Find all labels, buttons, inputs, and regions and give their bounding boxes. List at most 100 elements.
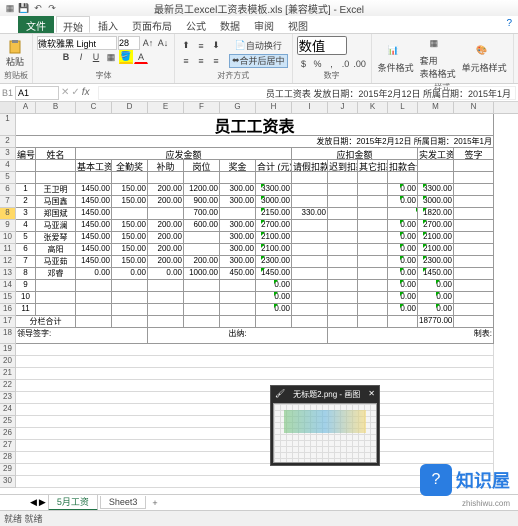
cell[interactable]: 补助	[148, 160, 184, 172]
cell[interactable]: 张爱琴	[36, 232, 76, 244]
cell[interactable]	[220, 292, 256, 304]
cell[interactable]: 150.00	[112, 184, 148, 196]
cell[interactable]	[292, 304, 328, 316]
row-header[interactable]: 13	[0, 268, 16, 280]
col-header[interactable]: M	[418, 102, 454, 113]
cell[interactable]: 扣款合计 (元)	[388, 160, 418, 172]
align-middle-icon[interactable]: ≡	[194, 39, 208, 53]
cell[interactable]: 姓名	[36, 148, 76, 160]
cell[interactable]: 450.00	[220, 268, 256, 280]
cell[interactable]	[220, 208, 256, 220]
cell[interactable]: 150.00	[112, 232, 148, 244]
cell[interactable]: 200.00	[148, 184, 184, 196]
sheet-tab-other[interactable]: Sheet3	[100, 496, 147, 509]
cell[interactable]	[328, 232, 358, 244]
col-header[interactable]: K	[358, 102, 388, 113]
row-header[interactable]: 18	[0, 328, 16, 344]
row-header[interactable]: 19	[0, 344, 16, 356]
row-header[interactable]: 11	[0, 244, 16, 256]
cell[interactable]: 2150.00	[256, 208, 292, 220]
cell[interactable]: 1200.00	[184, 184, 220, 196]
cell[interactable]	[16, 440, 494, 452]
cell[interactable]: 200.00	[148, 220, 184, 232]
row-header[interactable]: 5	[0, 172, 16, 184]
sig-leader[interactable]: 领导签字:	[16, 328, 148, 344]
col-header[interactable]: H	[256, 102, 292, 113]
font-color-button[interactable]: A	[134, 50, 148, 64]
cell[interactable]	[358, 244, 388, 256]
cell[interactable]: 2100.00	[256, 232, 292, 244]
cell[interactable]	[16, 428, 494, 440]
cell[interactable]	[454, 172, 494, 184]
currency-icon[interactable]: $	[297, 57, 311, 71]
cell[interactable]: 马国鑫	[36, 196, 76, 208]
cell[interactable]: 0.00	[388, 244, 418, 256]
cell[interactable]	[454, 160, 494, 172]
cell[interactable]	[36, 280, 76, 292]
cell[interactable]	[358, 280, 388, 292]
cell[interactable]: 2700.00	[256, 220, 292, 232]
align-top-icon[interactable]: ⬆	[179, 39, 193, 53]
cell[interactable]: 2300.00	[256, 256, 292, 268]
cell[interactable]	[328, 172, 358, 184]
cell[interactable]	[76, 304, 112, 316]
tab-home[interactable]: 开始	[56, 16, 90, 33]
cell[interactable]	[112, 280, 148, 292]
cell[interactable]	[36, 172, 76, 184]
cell[interactable]: 2100.00	[418, 232, 454, 244]
underline-button[interactable]: U	[89, 50, 103, 64]
cell[interactable]	[454, 292, 494, 304]
cell[interactable]	[292, 256, 328, 268]
cell[interactable]: 0.00	[388, 184, 418, 196]
row-header[interactable]: 25	[0, 416, 16, 428]
cell[interactable]: 200.00	[148, 256, 184, 268]
cancel-icon[interactable]: ✕	[61, 87, 69, 98]
col-header[interactable]: J	[328, 102, 358, 113]
cell[interactable]	[220, 172, 256, 184]
actual-header[interactable]: 实发工资 (元)	[418, 148, 454, 160]
dec-decimal-icon[interactable]: .00	[353, 57, 367, 71]
cell[interactable]: 应发金额	[76, 148, 292, 160]
font-size-select[interactable]	[118, 36, 140, 50]
cell[interactable]: 0.00	[256, 304, 292, 316]
cell[interactable]: 300.00	[220, 184, 256, 196]
grow-font-icon[interactable]: A↑	[141, 36, 155, 50]
cell[interactable]	[454, 208, 494, 220]
col-header[interactable]: G	[220, 102, 256, 113]
row-header[interactable]: 30	[0, 476, 16, 488]
cell[interactable]	[454, 232, 494, 244]
cell[interactable]	[454, 268, 494, 280]
cell[interactable]	[328, 208, 358, 220]
cell[interactable]: 编号	[16, 148, 36, 160]
row-header[interactable]: 20	[0, 356, 16, 368]
taskbar-thumbnail[interactable]: 🖌 无标题2.png - 画图 ✕	[270, 385, 380, 466]
cell[interactable]	[184, 172, 220, 184]
cell[interactable]: 高阳	[36, 244, 76, 256]
cell[interactable]: 员工工资表	[16, 114, 494, 136]
cell[interactable]: 2700.00	[418, 220, 454, 232]
cell[interactable]: 0.00	[256, 280, 292, 292]
inc-decimal-icon[interactable]: .0	[339, 57, 353, 71]
cell[interactable]	[454, 196, 494, 208]
row-header[interactable]: 7	[0, 196, 16, 208]
row-header[interactable]: 12	[0, 256, 16, 268]
cell[interactable]: 300.00	[220, 244, 256, 256]
row-header[interactable]: 24	[0, 404, 16, 416]
tab-view[interactable]: 视图	[282, 16, 314, 33]
cell[interactable]	[16, 404, 494, 416]
cell[interactable]	[292, 232, 328, 244]
row-header[interactable]: 17	[0, 316, 16, 328]
cell[interactable]	[292, 220, 328, 232]
cell[interactable]	[220, 280, 256, 292]
cell[interactable]: 邓睿	[36, 268, 76, 280]
cell[interactable]	[16, 380, 494, 392]
cell[interactable]	[454, 304, 494, 316]
cell[interactable]: 0.00	[256, 292, 292, 304]
cell[interactable]	[220, 316, 256, 328]
col-header[interactable]: D	[112, 102, 148, 113]
wrap-text-button[interactable]: 📄 自动换行	[229, 39, 288, 53]
cell[interactable]: 全勤奖	[112, 160, 148, 172]
cell[interactable]	[256, 316, 292, 328]
cell[interactable]	[358, 268, 388, 280]
cell[interactable]	[358, 220, 388, 232]
